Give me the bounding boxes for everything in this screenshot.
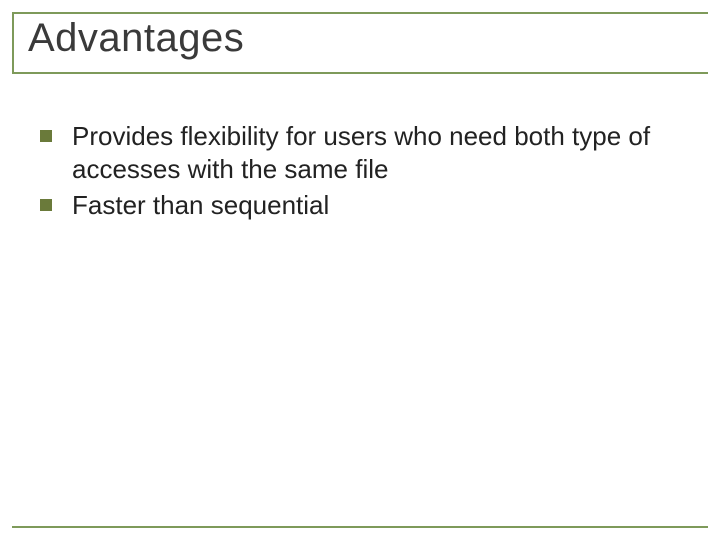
border-bottom bbox=[12, 526, 708, 528]
content-area: Provides flexibility for users who need … bbox=[40, 120, 680, 226]
list-item: Faster than sequential bbox=[40, 189, 680, 222]
bullet-text: Faster than sequential bbox=[72, 189, 329, 222]
bullet-text: Provides flexibility for users who need … bbox=[72, 120, 680, 185]
border-top bbox=[12, 12, 708, 14]
square-bullet-icon bbox=[40, 130, 52, 142]
border-left-stub bbox=[12, 12, 14, 72]
slide: Advantages Provides flexibility for user… bbox=[0, 0, 720, 540]
title-underline bbox=[12, 72, 708, 74]
square-bullet-icon bbox=[40, 199, 52, 211]
slide-title: Advantages bbox=[28, 16, 244, 61]
list-item: Provides flexibility for users who need … bbox=[40, 120, 680, 185]
